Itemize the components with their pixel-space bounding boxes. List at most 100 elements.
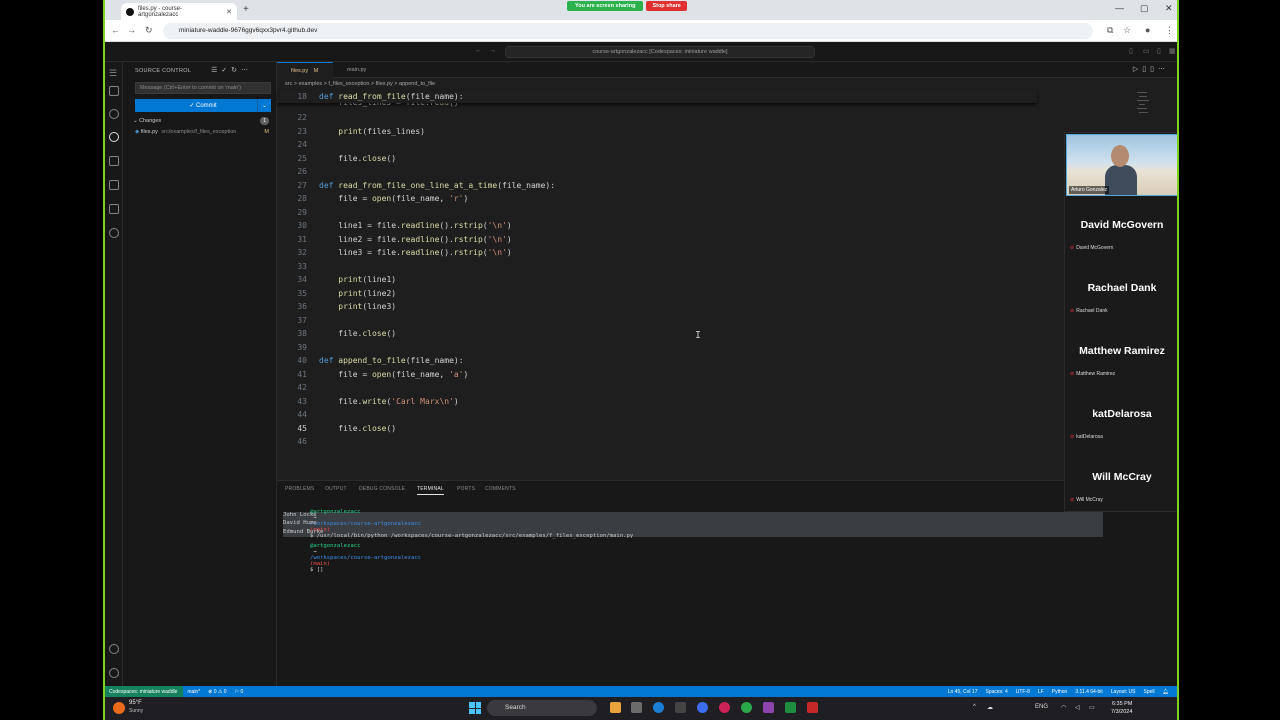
participant-small-name: David McGovern [1076, 245, 1114, 251]
search-icon[interactable] [109, 109, 119, 119]
sidebar-actions[interactable]: ☰✓↻⋯ [211, 66, 252, 74]
profile-avatar[interactable]: ● [1145, 25, 1150, 35]
commit-dropdown-icon[interactable]: ⌄ [257, 99, 271, 112]
weather-sun-icon[interactable] [113, 702, 125, 714]
participant-display-name: Rachael Dank [1087, 282, 1157, 294]
minimap[interactable] [1137, 90, 1151, 120]
end-of-line[interactable]: LF [1034, 686, 1048, 697]
keyboard-layout[interactable]: Layout: US [1107, 686, 1140, 697]
system-clock[interactable]: 6:35 PM 7/3/2024 [1111, 700, 1132, 716]
tab-modified-badge: M [313, 68, 319, 74]
run-debug-icon[interactable] [109, 156, 119, 166]
forward-icon[interactable]: → [127, 25, 136, 35]
toggle-sidebar-icon[interactable]: ▯ [1129, 47, 1133, 55]
explorer-icon[interactable] [109, 86, 119, 96]
zoom-icon[interactable] [697, 702, 708, 713]
testing-icon[interactable] [109, 204, 119, 214]
tab-terminal[interactable]: TERMINAL [417, 486, 444, 495]
participant-tile[interactable]: Rachael Dank ⊘ Rachael Dank [1066, 260, 1177, 323]
terminal[interactable]: @artgonzalezacc → /workspaces/course-art… [283, 503, 1123, 573]
line-number: 34 [297, 275, 307, 284]
changed-file-item[interactable]: ◆ files.py src/examples/f_files_exceptio… [135, 129, 269, 135]
self-name-label: Arturo Gonzalez [1069, 186, 1110, 194]
excel-icon[interactable] [785, 702, 796, 713]
remote-indicator[interactable]: Codespaces: miniature waddle [105, 686, 184, 697]
tab-ports[interactable]: PORTS [457, 486, 475, 492]
windows-start-icon[interactable] [469, 702, 481, 714]
branch-indicator[interactable]: main* [183, 686, 204, 697]
language-mode[interactable]: Python [1048, 686, 1072, 697]
browser-menu-icon[interactable]: ⋮ [1165, 25, 1174, 36]
tab-files-py[interactable]: files.py M [277, 62, 333, 78]
tab-comments[interactable]: COMMENTS [485, 486, 516, 492]
python-interpreter[interactable]: 3.11.4 64-bit [1071, 686, 1106, 697]
participant-tile[interactable]: Matthew Ramirez ⊘ Matthew Ramirez [1066, 323, 1177, 386]
sticky-scroll-header[interactable]: 18 def read_from_file(file_name): [277, 90, 1037, 103]
powerpoint-icon[interactable] [807, 702, 818, 713]
cursor-position[interactable]: Ln 45, Col 17 [944, 686, 982, 697]
teams-icon[interactable] [763, 702, 774, 713]
problems-indicator[interactable]: ⊗ 0 ⚠ 0 [204, 686, 230, 697]
participant-tile[interactable]: katDelarosa ⊘ katDelarosa [1066, 386, 1177, 449]
participant-tile[interactable]: David McGovern ⊘ David McGovern [1066, 197, 1177, 260]
minimize-icon[interactable]: — [1115, 3, 1124, 13]
close-window-icon[interactable]: ✕ [1165, 3, 1173, 14]
onedrive-icon[interactable]: ☁ [987, 704, 993, 711]
editor-actions[interactable]: ▷▯▯⋯ [1133, 65, 1169, 73]
command-center[interactable]: course-artgonzalezacc [Codespaces: minia… [505, 46, 815, 58]
tab-main-py[interactable]: main.py [333, 62, 389, 78]
toggle-panel-icon[interactable]: ▭ [1143, 47, 1150, 55]
bookmark-star-icon[interactable]: ☆ [1123, 25, 1131, 36]
line-number: 36 [297, 302, 307, 311]
encoding[interactable]: UTF-8 [1012, 686, 1034, 697]
tray-chevron-icon[interactable]: ^ [973, 704, 976, 710]
new-tab-icon[interactable]: + [243, 4, 249, 15]
maximize-icon[interactable]: ▢ [1140, 3, 1149, 14]
participant-display-name: David McGovern [1080, 219, 1164, 231]
customize-layout-icon[interactable]: ▦ [1169, 47, 1176, 55]
tab-output[interactable]: OUTPUT [325, 486, 347, 492]
accounts-icon[interactable] [109, 644, 119, 654]
input-language[interactable]: ENG [1035, 704, 1048, 710]
notifications-bell-icon[interactable]: 🔔︎ [1159, 686, 1173, 697]
battery-icon[interactable]: ▭ [1089, 704, 1095, 711]
settings-gear-icon[interactable] [109, 668, 119, 678]
changes-group[interactable]: ⌄ Changes 1 [133, 117, 269, 125]
close-tab-icon[interactable]: ✕ [226, 8, 232, 16]
task-view-icon[interactable] [631, 702, 642, 713]
toggle-secondary-sidebar-icon[interactable]: ▯ [1157, 47, 1161, 55]
cast-icon[interactable]: ⧉ [1107, 25, 1113, 36]
ports-indicator[interactable]: ⚐ 0 [231, 686, 248, 697]
code-editor[interactable]: files_lines = file.read()2223 print(file… [277, 90, 1037, 460]
self-camera-view[interactable]: Arturo Gonzalez [1066, 134, 1177, 196]
reload-icon[interactable]: ↻ [145, 25, 153, 36]
spell-check[interactable]: Spell [1140, 686, 1159, 697]
source-control-icon[interactable] [109, 132, 119, 142]
edge-icon[interactable] [653, 702, 664, 713]
menu-icon[interactable]: ☰ [109, 68, 119, 78]
browser-tab[interactable]: files.py - course-artgonzalezacc ✕ [121, 3, 237, 20]
breadcrumb[interactable]: src > examples > f_files_exception > fil… [277, 78, 1037, 90]
app-icon[interactable] [719, 702, 730, 713]
back-icon[interactable]: ← [111, 25, 120, 35]
commit-message-input[interactable]: Message (Ctrl+Enter to commit on 'main') [135, 82, 271, 94]
url-input[interactable]: miniature-waddle-9676ggv6qxx3pvr4.github… [163, 23, 1093, 39]
nav-back-icon[interactable]: ← [475, 47, 482, 54]
wifi-icon[interactable]: ◠ [1061, 704, 1066, 711]
commit-button[interactable]: ✓ Commit [135, 99, 271, 112]
editor-tabs: files.py M main.py ▷▯▯⋯ [277, 62, 1177, 78]
extensions-icon[interactable] [109, 180, 119, 190]
taskbar-search[interactable]: Search [487, 700, 597, 716]
store-icon[interactable] [675, 702, 686, 713]
tab-problems[interactable]: PROBLEMS [285, 486, 314, 492]
volume-icon[interactable]: ◁ [1075, 704, 1080, 711]
stop-share-button[interactable]: Stop share [646, 1, 687, 11]
participant-display-name: Will McCray [1092, 471, 1152, 483]
github-icon[interactable] [109, 228, 119, 238]
tab-debug-console[interactable]: DEBUG CONSOLE [359, 486, 405, 492]
participant-tile[interactable]: Will McCray ⊘ Will McCray [1066, 449, 1177, 512]
chrome-icon[interactable] [741, 702, 752, 713]
indentation[interactable]: Spaces: 4 [981, 686, 1011, 697]
nav-forward-icon[interactable]: → [489, 47, 496, 54]
file-explorer-icon[interactable] [610, 702, 621, 713]
